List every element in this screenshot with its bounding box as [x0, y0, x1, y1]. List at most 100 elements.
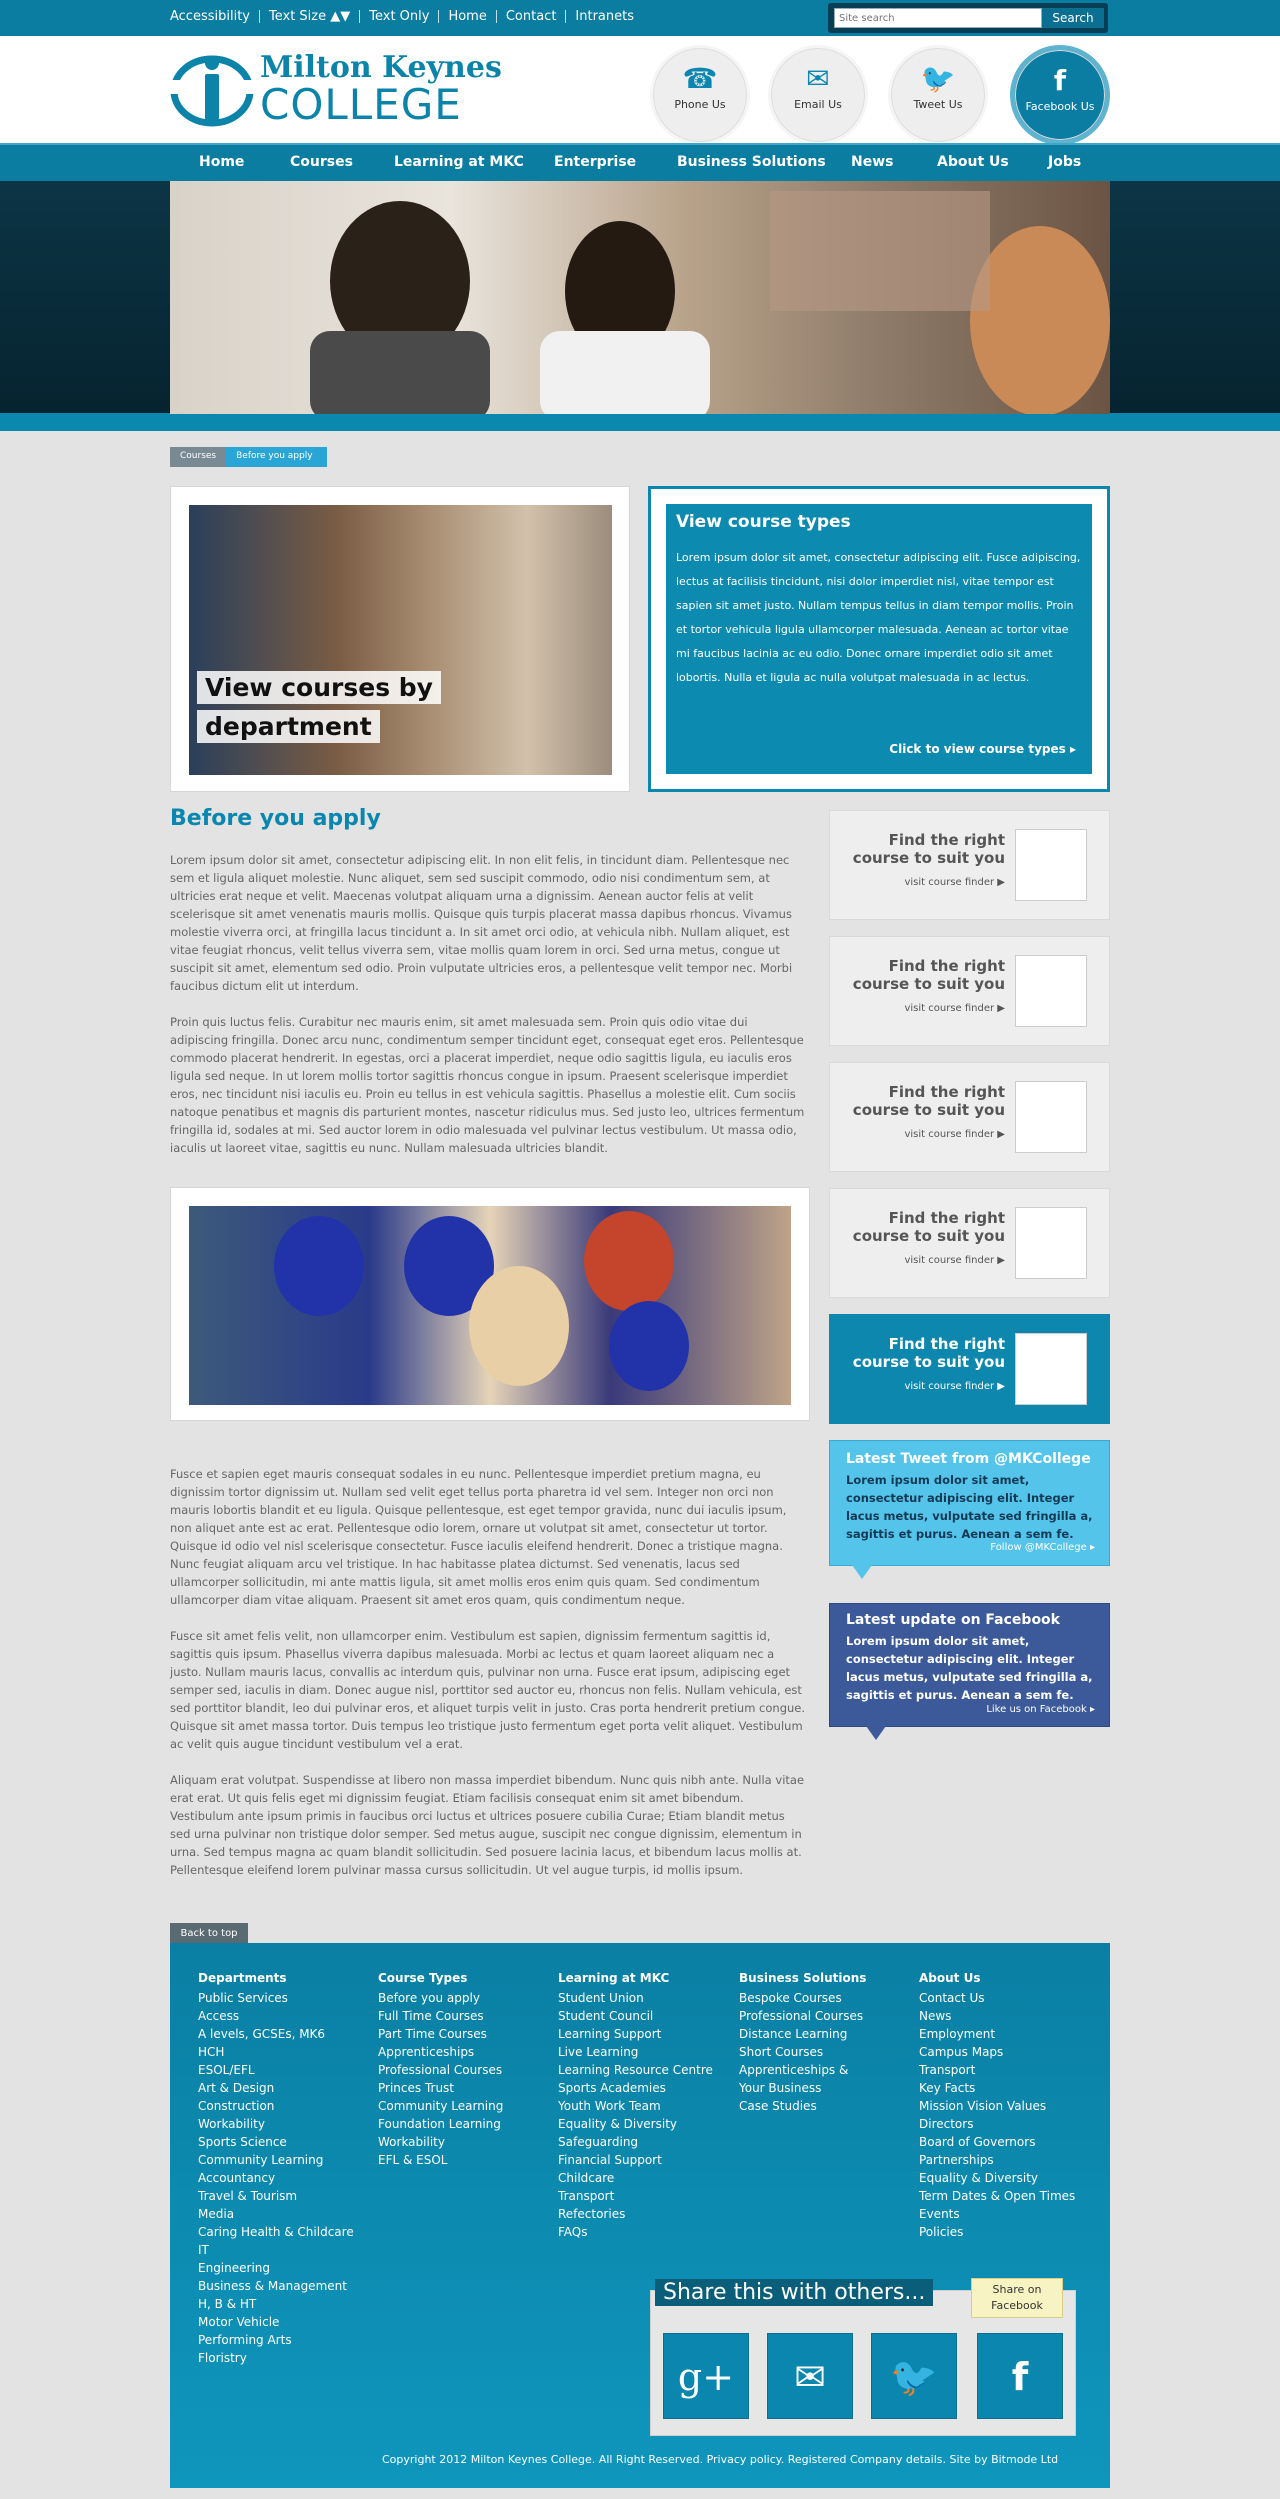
footer-link[interactable]: Distance Learning — [739, 2025, 869, 2043]
footer-link[interactable]: Student Union — [558, 1989, 713, 2007]
footer-link[interactable]: Events — [919, 2205, 1075, 2223]
footer-link[interactable]: A levels, GCSEs, MK6 — [198, 2025, 354, 2043]
email-us-button[interactable]: ✉ Email Us — [768, 45, 868, 145]
footer-link[interactable]: Sports Science — [198, 2133, 354, 2151]
contact-link[interactable]: Contact — [495, 10, 566, 23]
footer-link[interactable]: Refectories — [558, 2205, 713, 2223]
college-logo[interactable]: Milton Keynes COLLEGE — [170, 50, 502, 130]
nav-enterprise[interactable]: Enterprise — [554, 154, 636, 170]
footer-link[interactable]: Apprenticeships — [378, 2043, 503, 2061]
footer-link[interactable]: Construction — [198, 2097, 354, 2115]
text-size-link[interactable]: Text Size ▲▼ — [259, 10, 359, 23]
phone-us-button[interactable]: ☎ Phone Us — [650, 45, 750, 145]
course-types-promo[interactable]: View course types Lorem ipsum dolor sit … — [648, 486, 1110, 792]
footer-link[interactable]: Before you apply — [378, 1989, 503, 2007]
footer-link[interactable]: Childcare — [558, 2169, 713, 2187]
footer-link[interactable]: Employment — [919, 2025, 1075, 2043]
footer-link[interactable]: Workability — [378, 2133, 503, 2151]
footer-link[interactable]: Professional Courses — [739, 2007, 869, 2025]
footer-link[interactable]: Community Learning — [198, 2151, 354, 2169]
footer-link[interactable]: HCH — [198, 2043, 354, 2061]
footer-link[interactable]: Partnerships — [919, 2151, 1075, 2169]
footer-link[interactable]: Media — [198, 2205, 354, 2223]
footer-link[interactable]: Directors — [919, 2115, 1075, 2133]
footer-link[interactable]: Contact Us — [919, 1989, 1075, 2007]
footer-link[interactable]: Community Learning — [378, 2097, 503, 2115]
footer-link[interactable]: Safeguarding — [558, 2133, 713, 2151]
footer-link[interactable]: IT — [198, 2241, 354, 2259]
nav-home[interactable]: Home — [199, 154, 244, 170]
course-finder-box[interactable]: Find the right course to suit you visit … — [829, 936, 1110, 1046]
home-link[interactable]: Home — [438, 10, 495, 23]
course-finder-link[interactable]: visit course finder ▶ — [904, 877, 1005, 888]
course-finder-box[interactable]: Find the right course to suit you visit … — [829, 1188, 1110, 1298]
course-finder-box-active[interactable]: Find the right course to suit you visit … — [829, 1314, 1110, 1424]
footer-link[interactable]: News — [919, 2007, 1075, 2025]
course-finder-link[interactable]: visit course finder ▶ — [904, 1255, 1005, 1266]
footer-link[interactable]: Engineering — [198, 2259, 354, 2277]
footer-link[interactable]: Board of Governors — [919, 2133, 1075, 2151]
footer-link[interactable]: Transport — [558, 2187, 713, 2205]
footer-link[interactable]: Performing Arts — [198, 2331, 354, 2349]
footer-link[interactable]: Workability — [198, 2115, 354, 2133]
share-twitter-button[interactable]: 🐦 — [871, 2333, 957, 2419]
footer-link[interactable]: Full Time Courses — [378, 2007, 503, 2025]
back-to-top-button[interactable]: Back to top — [170, 1923, 248, 1944]
footer-link[interactable]: Student Council — [558, 2007, 713, 2025]
footer-link[interactable]: H, B & HT — [198, 2295, 354, 2313]
footer-link[interactable]: Live Learning — [558, 2043, 713, 2061]
footer-link[interactable]: Foundation Learning — [378, 2115, 503, 2133]
footer-link[interactable]: Motor Vehicle — [198, 2313, 354, 2331]
footer-link[interactable]: Youth Work Team — [558, 2097, 713, 2115]
accessibility-link[interactable]: Accessibility — [170, 10, 259, 23]
footer-link[interactable]: Part Time Courses — [378, 2025, 503, 2043]
course-finder-link[interactable]: visit course finder ▶ — [904, 1381, 1005, 1392]
footer-link[interactable]: Transport — [919, 2061, 1075, 2079]
text-only-link[interactable]: Text Only — [359, 10, 438, 23]
intranets-link[interactable]: Intranets — [565, 10, 643, 23]
facebook-us-button[interactable]: f Facebook Us — [1010, 45, 1110, 145]
footer-link[interactable]: Case Studies — [739, 2097, 869, 2115]
search-input[interactable] — [834, 8, 1042, 28]
footer-link[interactable]: Sports Academies — [558, 2079, 713, 2097]
footer-link[interactable]: Floristry — [198, 2349, 354, 2367]
footer-link[interactable]: EFL & ESOL — [378, 2151, 503, 2169]
view-by-department-promo[interactable]: View courses by department — [170, 486, 630, 792]
course-finder-link[interactable]: visit course finder ▶ — [904, 1129, 1005, 1140]
like-on-facebook-link[interactable]: Like us on Facebook ▸ — [986, 1704, 1095, 1715]
follow-link[interactable]: Follow @MKCollege ▸ — [990, 1542, 1095, 1553]
share-email-button[interactable]: ✉ — [767, 2333, 853, 2419]
share-facebook-button[interactable]: f — [977, 2333, 1063, 2419]
nav-news[interactable]: News — [851, 154, 893, 170]
course-finder-box[interactable]: Find the right course to suit you visit … — [829, 1062, 1110, 1172]
footer-link[interactable]: Princes Trust — [378, 2079, 503, 2097]
search-button[interactable]: Search — [1042, 8, 1104, 28]
nav-learning-at-mkc[interactable]: Learning at MKC — [394, 154, 524, 170]
footer-link[interactable]: Public Services — [198, 1989, 354, 2007]
footer-link[interactable]: Accountancy — [198, 2169, 354, 2187]
footer-link[interactable]: Learning Resource Centre — [558, 2061, 713, 2079]
view-course-types-link[interactable]: Click to view course types ▸ — [889, 742, 1076, 756]
footer-link[interactable]: Business & Management — [198, 2277, 354, 2295]
footer-link[interactable]: Equality & Diversity — [919, 2169, 1075, 2187]
course-finder-box[interactable]: Find the right course to suit you visit … — [829, 810, 1110, 920]
nav-business-solutions[interactable]: Business Solutions — [677, 154, 826, 170]
footer-link[interactable]: Term Dates & Open Times — [919, 2187, 1075, 2205]
footer-link[interactable]: Art & Design — [198, 2079, 354, 2097]
footer-link[interactable]: Bespoke Courses — [739, 1989, 869, 2007]
footer-link[interactable]: Campus Maps — [919, 2043, 1075, 2061]
share-google-plus-button[interactable]: g+ — [663, 2333, 749, 2419]
footer-link[interactable]: Learning Support — [558, 2025, 713, 2043]
nav-courses[interactable]: Courses — [290, 154, 353, 170]
course-finder-link[interactable]: visit course finder ▶ — [904, 1003, 1005, 1014]
nav-jobs[interactable]: Jobs — [1048, 154, 1081, 170]
footer-link[interactable]: Professional Courses — [378, 2061, 503, 2079]
breadcrumb-courses[interactable]: Courses — [170, 447, 227, 467]
footer-link[interactable]: Equality & Diversity — [558, 2115, 713, 2133]
footer-link[interactable]: Short Courses — [739, 2043, 869, 2061]
footer-link[interactable]: Access — [198, 2007, 354, 2025]
footer-link[interactable]: Mission Vision Values — [919, 2097, 1075, 2115]
footer-link[interactable]: Travel & Tourism — [198, 2187, 354, 2205]
footer-link[interactable]: Key Facts — [919, 2079, 1075, 2097]
footer-link[interactable]: Policies — [919, 2223, 1075, 2241]
